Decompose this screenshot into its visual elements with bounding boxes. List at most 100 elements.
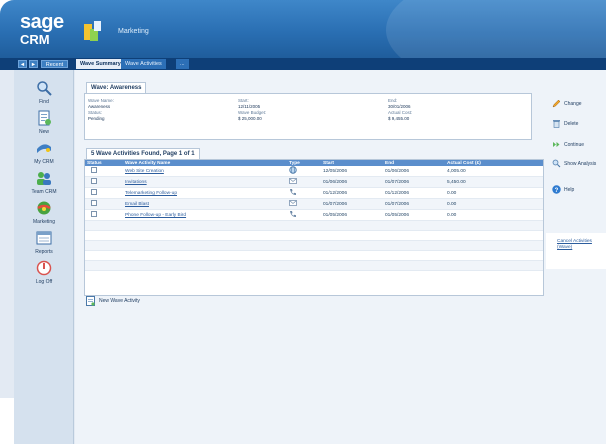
crm-window: sage CRM Marketing ◄ ► Recent Wave Summa…: [0, 0, 606, 444]
sage-crm-logo: sage CRM: [20, 12, 64, 46]
team-icon: [37, 172, 51, 185]
new-wave-activity-button[interactable]: New Wave Activity: [86, 296, 140, 306]
tab-wave-activities[interactable]: Wave Activities: [121, 59, 166, 69]
activity-name-link[interactable]: Web Site Creation: [123, 166, 287, 177]
sidebar-item-label: Find: [39, 99, 49, 105]
empty-row: [85, 250, 543, 261]
continue-arrow-icon: [553, 142, 560, 147]
svg-text:?: ?: [555, 188, 559, 194]
actual-cost: 0.00: [445, 209, 543, 221]
field-start: Start: 12/11/2005: [238, 98, 260, 109]
row-checkbox[interactable]: [91, 167, 97, 173]
sidebar-item-find[interactable]: Find: [14, 80, 74, 105]
phone-icon: [290, 189, 296, 195]
field-label: Wave Name:: [88, 98, 114, 103]
row-checkbox[interactable]: [91, 178, 97, 184]
sidebar-item-label: Marketing: [33, 219, 55, 225]
actual-cost: 0.00: [445, 198, 543, 210]
help-label: Help: [564, 186, 575, 193]
phone-icon: [290, 211, 296, 217]
empty-row: [85, 230, 543, 241]
sidebar-item-my-crm[interactable]: My CRM: [14, 140, 74, 165]
reports-icon: [36, 231, 52, 245]
row-checkbox[interactable]: [91, 211, 97, 217]
action-panel: Change Delete Continue Show Analysis ? H…: [546, 70, 606, 444]
change-button[interactable]: Change: [552, 99, 582, 108]
logo-text-sage: sage: [20, 11, 64, 33]
field-value: 12/11/2005: [238, 103, 261, 109]
table-row: Telemarketing Follow-up 01/12/2006 01/12…: [85, 187, 543, 199]
back-button[interactable]: ◄: [18, 60, 27, 68]
end-date: 01/12/2006: [383, 187, 445, 199]
row-checkbox[interactable]: [91, 189, 97, 195]
field-end: End: 30/01/2006: [388, 98, 411, 109]
tab-more[interactable]: ...: [176, 59, 189, 69]
show-analysis-label: Show Analysis: [564, 160, 597, 167]
start-date: 01/07/2006: [321, 198, 383, 210]
sidebar-item-reports[interactable]: Reports: [14, 230, 74, 255]
field-wave-budget: Wave Budget: $ 25,000.00: [238, 110, 266, 121]
show-analysis-button[interactable]: Show Analysis: [552, 159, 604, 168]
field-value: $ 25,000.00: [238, 115, 262, 121]
actual-cost: 5,450.00: [445, 176, 543, 188]
end-date: 01/07/2006: [383, 176, 445, 188]
field-actual-cost: Actual Cost: $ 9,455.00: [388, 110, 412, 121]
my-crm-icon: [37, 144, 51, 153]
field-value: Pending: [88, 115, 105, 121]
row-checkbox[interactable]: [91, 200, 97, 206]
content-area: Wave: Awareness Wave Name: Awareness Sta…: [75, 70, 606, 444]
empty-row: [85, 260, 543, 271]
empty-row: [85, 240, 543, 251]
actual-cost: 0.00: [445, 187, 543, 199]
activities-table: Status Wave Activity Name Type Start End…: [85, 160, 543, 271]
magnifier-icon: [37, 81, 52, 96]
sidebar-item-label: Team CRM: [31, 189, 57, 195]
wave-activities-grid: Status Wave Activity Name Type Start End…: [84, 159, 544, 296]
end-date: 01/06/2006: [383, 166, 445, 177]
change-label: Change: [564, 100, 582, 107]
empty-row: [85, 220, 543, 231]
start-date: 01/06/2006: [321, 176, 383, 188]
sidebar-item-team-crm[interactable]: Team CRM: [14, 170, 74, 195]
field-value: Awareness: [88, 103, 111, 109]
sidebar: Find New My CRM Team CRM Marketing Repor…: [14, 70, 74, 444]
field-status: Status: Pending: [88, 110, 105, 121]
field-wave-name: Wave Name: Awareness: [88, 98, 114, 109]
forward-button[interactable]: ►: [29, 60, 38, 68]
start-date: 01/05/2006: [321, 209, 383, 221]
logo-text-crm: CRM: [20, 32, 50, 47]
sidebar-item-label: Log Off: [35, 279, 53, 285]
activity-name-link[interactable]: Telemarketing Follow-up: [123, 187, 287, 199]
sidebar-item-new[interactable]: New: [14, 110, 74, 135]
actual-cost: 4,005.00: [445, 166, 543, 177]
marketing-app-icon: [84, 21, 101, 41]
letter-icon: [289, 200, 297, 206]
continue-label: Continue: [564, 141, 585, 148]
help-button[interactable]: ? Help: [552, 185, 574, 194]
field-label: Actual Cost:: [388, 110, 413, 115]
letter-icon: [289, 178, 297, 184]
marketing-icon: [37, 201, 51, 215]
cancel-activities-link[interactable]: Cancel Activities (Wave): [546, 233, 606, 269]
sidebar-item-log-off[interactable]: Log Off: [14, 260, 74, 285]
start-date: 12/05/2006: [321, 166, 383, 177]
globe-icon: [289, 166, 297, 174]
field-label: Wave Budget:: [238, 110, 267, 115]
delete-icon: [553, 120, 560, 128]
end-date: 01/05/2006: [383, 209, 445, 221]
recent-button[interactable]: Recent: [41, 60, 68, 68]
activity-name-link[interactable]: Invitations: [123, 176, 287, 188]
table-row: Email Blast 01/07/2006 01/07/2006 0.00: [85, 198, 543, 210]
delete-button[interactable]: Delete: [552, 119, 578, 128]
field-value: $ 9,455.00: [388, 115, 410, 121]
continue-button[interactable]: Continue: [552, 140, 584, 149]
tab-wave-summary[interactable]: Wave Summary: [76, 59, 125, 69]
tab-bar: ◄ ► Recent Wave Summary Wave Activities …: [0, 58, 606, 70]
wave-summary-panel: Wave Name: Awareness Status: Pending Sta…: [84, 93, 532, 140]
help-icon: ?: [552, 185, 561, 194]
sidebar-item-marketing[interactable]: Marketing: [14, 200, 74, 225]
new-document-icon: [38, 110, 51, 126]
activity-name-link[interactable]: Phone Follow-up - Early Bird: [123, 209, 287, 221]
activity-name-link[interactable]: Email Blast: [123, 198, 287, 210]
sidebar-item-label: My CRM: [34, 159, 54, 165]
